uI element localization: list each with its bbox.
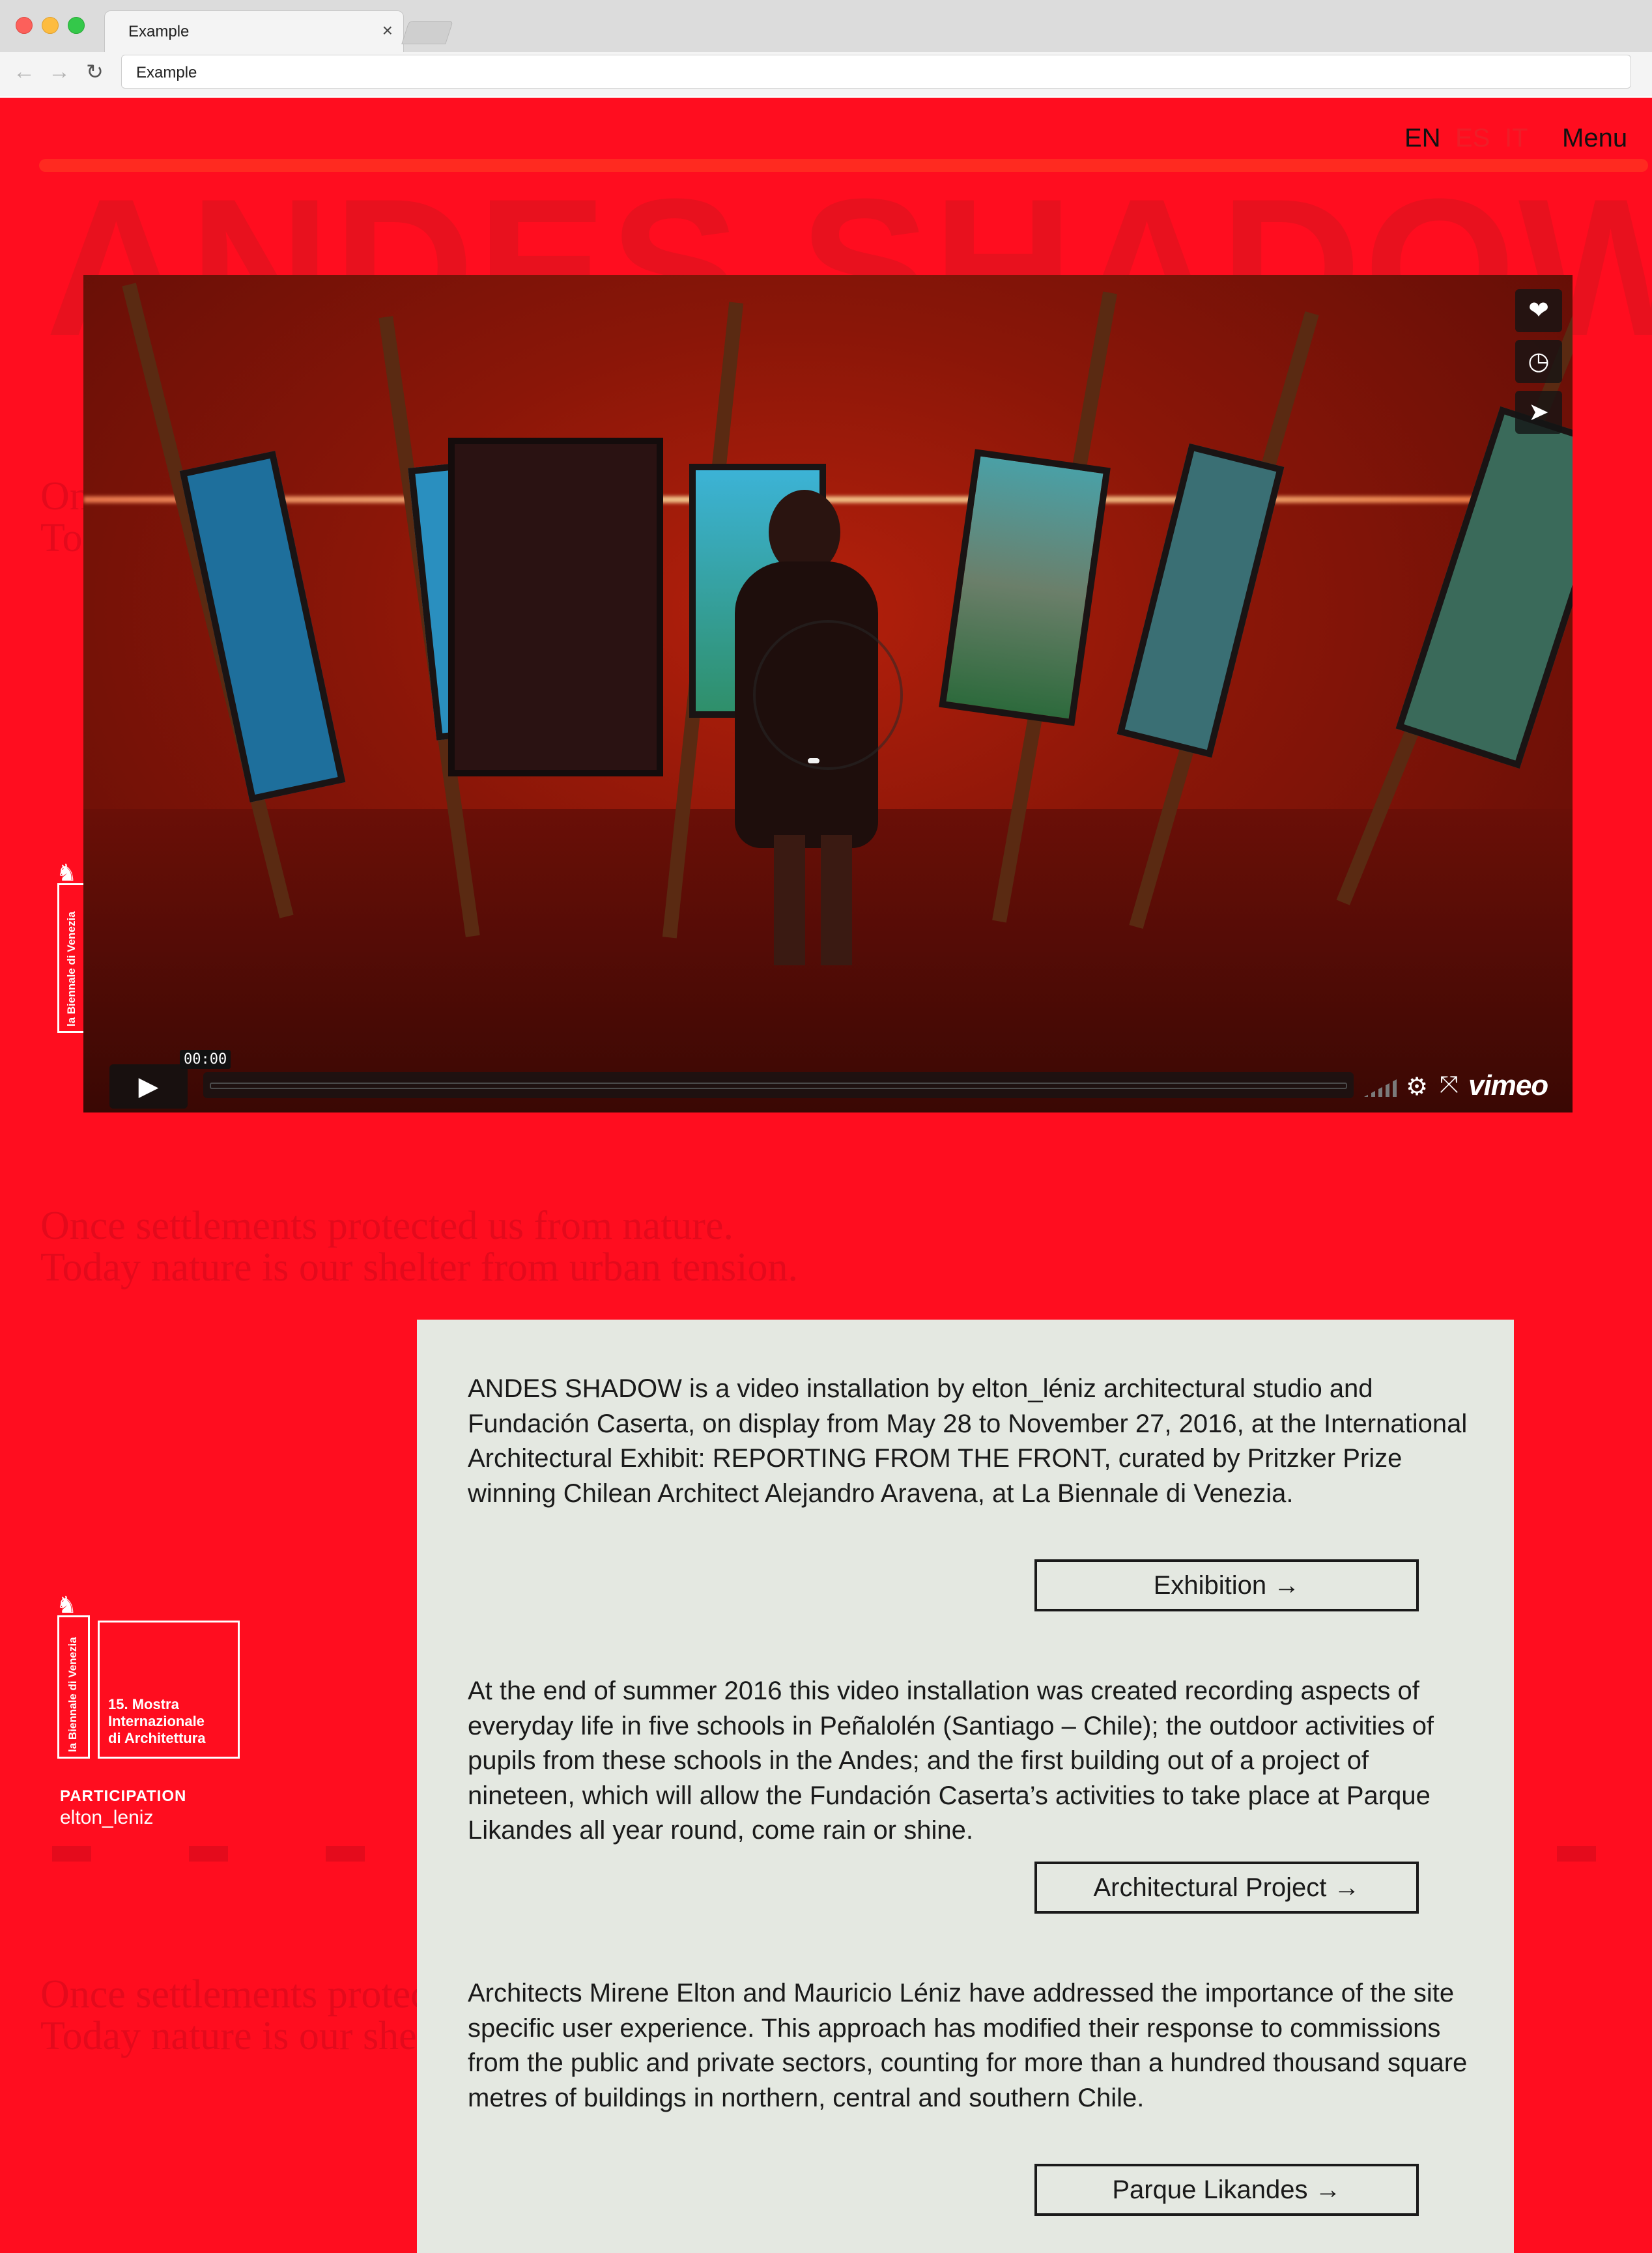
winged-lion-icon: ♞: [56, 859, 78, 886]
screen: [1395, 406, 1573, 769]
progress-track[interactable]: [210, 1083, 1347, 1089]
video-controls: ▶ 00:00 ⚙ ⤧ vimeo: [83, 1050, 1573, 1112]
lang-it-link[interactable]: IT: [1505, 124, 1528, 153]
close-window-button[interactable]: [16, 17, 33, 34]
reload-icon[interactable]: ↻: [86, 59, 104, 85]
biennale-logo: ♞ la Biennale di Venezia 15. Mostra Inte…: [56, 1593, 251, 1763]
person-silhouette-legs: [774, 835, 852, 965]
clock-icon: ◷: [1528, 348, 1550, 375]
card-paragraph-3: Architects Mirene Elton and Mauricio Lén…: [468, 1979, 1468, 2112]
fullscreen-icon[interactable]: ⤧: [1440, 1071, 1459, 1099]
video-player[interactable]: ❤ ◷ ➤ ▶ 00:00 ⚙ ⤧ vimeo: [83, 275, 1573, 1112]
background-quote-line: Today nature is our shelter from urban t…: [40, 1245, 799, 1290]
logo-vertical-text: la Biennale di Venezia: [66, 1637, 79, 1752]
settings-gear-icon[interactable]: ⚙: [1406, 1072, 1428, 1101]
loading-spinner-dot: [808, 758, 819, 763]
minimize-window-button[interactable]: [42, 17, 59, 34]
card-paragraph-2: At the end of summer 2016 this video ins…: [468, 1677, 1434, 1845]
browser-tab[interactable]: Example ×: [104, 10, 404, 53]
play-icon: ▶: [138, 1072, 159, 1101]
tab-title: Example: [128, 23, 190, 40]
address-bar[interactable]: Example: [121, 55, 1631, 89]
card-paragraph-1: ANDES SHADOW is a video installation by …: [468, 1374, 1468, 1508]
navigation-bar: ← → ↻ Example: [0, 52, 1652, 96]
participant-name: elton_leniz: [60, 1807, 154, 1828]
like-button[interactable]: ❤: [1515, 289, 1562, 332]
parque-likandes-button[interactable]: Parque Likandes →: [1034, 2164, 1419, 2216]
screen: [1117, 443, 1285, 758]
volume-icon[interactable]: [1364, 1079, 1398, 1097]
background-quote-line: Once settlements protected us from natur…: [40, 1204, 733, 1248]
winged-lion-icon: ♞: [56, 1591, 78, 1618]
browser-chrome: Example × ← → ↻ Example: [0, 0, 1652, 96]
back-arrow-icon[interactable]: ←: [13, 59, 35, 85]
screen: [939, 449, 1111, 726]
logo-mostra-text: 15. Mostra Internazionale di Architettur…: [108, 1696, 206, 1746]
screen: [179, 451, 346, 802]
maximize-window-button[interactable]: [68, 17, 85, 34]
watch-later-button[interactable]: ◷: [1515, 340, 1562, 383]
screen-back: [448, 438, 663, 776]
time-display: 00:00: [180, 1050, 231, 1069]
page: ANDES SHADOW Once settlements protected …: [0, 98, 1652, 2253]
tab-bar: Example ×: [0, 0, 1652, 53]
exhibition-button[interactable]: Exhibition →: [1034, 1559, 1419, 1611]
lang-en-link[interactable]: EN: [1404, 124, 1441, 153]
share-button[interactable]: ➤: [1515, 391, 1562, 434]
send-icon: ➤: [1528, 399, 1549, 426]
participation-label: PARTICIPATION: [60, 1787, 187, 1805]
address-text[interactable]: Example: [136, 64, 197, 82]
progress-bar[interactable]: [203, 1072, 1354, 1098]
logo-vertical-text: la Biennale di Venezia: [65, 911, 78, 1027]
menu-button[interactable]: Menu: [1562, 124, 1627, 153]
architectural-project-button[interactable]: Architectural Project →: [1034, 1862, 1419, 1914]
info-card: ANDES SHADOW is a video installation by …: [417, 1320, 1514, 2253]
lang-es-link[interactable]: ES: [1455, 124, 1490, 153]
vimeo-logo[interactable]: vimeo: [1468, 1070, 1548, 1102]
play-button[interactable]: ▶: [109, 1064, 188, 1109]
loading-spinner: [753, 620, 903, 770]
tab-close-icon[interactable]: ×: [382, 20, 393, 41]
heart-icon: ❤: [1528, 297, 1549, 324]
new-tab-button[interactable]: [401, 21, 453, 44]
forward-arrow-icon[interactable]: →: [48, 59, 70, 85]
